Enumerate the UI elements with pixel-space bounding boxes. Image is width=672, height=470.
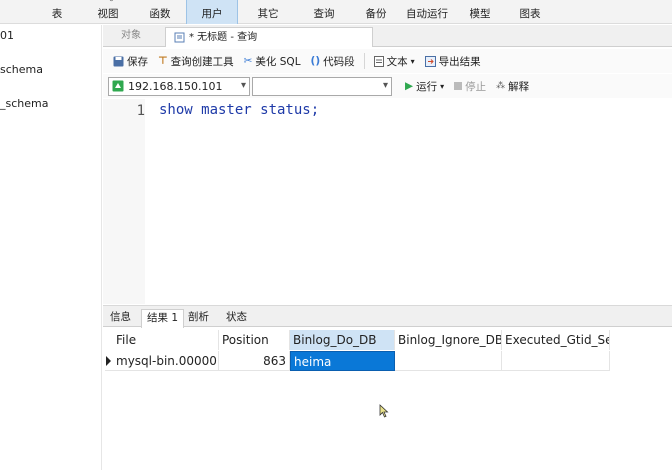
sql-code[interactable]: show master status; xyxy=(159,102,319,118)
cell-file[interactable]: mysql-bin.000001 xyxy=(113,351,219,371)
ribbon-view-icon-text: ∞∂ xyxy=(102,0,114,4)
query-builder-label: 查询创建工具 xyxy=(170,55,234,68)
connection-row: 192.168.150.101 ▾ ▾ ▶ 运行 ▾ 停止 ⁂ 解释 xyxy=(103,74,672,98)
cell-position[interactable]: 863 xyxy=(219,351,290,371)
navigator-item-schema[interactable]: schema xyxy=(0,63,43,76)
ribbon-backup-label: 备份 xyxy=(365,8,387,20)
cell-executed-gtid-set[interactable] xyxy=(502,351,610,371)
mouse-cursor-icon xyxy=(379,404,389,418)
main-ribbon: 表 ∞∂ 视图 函数 用户 其它 查询 备份 自动运行 模型 图表 xyxy=(0,0,672,24)
beautify-icon: ✂ xyxy=(243,55,253,67)
stop-label: 停止 xyxy=(465,80,487,93)
export-label: 导出结果 xyxy=(438,55,481,68)
code-snippet-label: 代码段 xyxy=(323,55,355,68)
ribbon-other-button[interactable]: 其它 xyxy=(248,0,288,24)
beautify-label: 美化 SQL xyxy=(255,55,301,68)
chevron-down-icon: ▾ xyxy=(240,79,246,91)
ribbon-view-label: 视图 xyxy=(97,8,119,20)
stop-icon xyxy=(454,82,463,90)
tab-status[interactable]: 状态 xyxy=(221,309,252,328)
ribbon-view-button[interactable]: ∞∂ 视图 xyxy=(88,0,128,24)
ribbon-table-button[interactable]: 表 xyxy=(40,0,74,24)
tab-result-1[interactable]: 结果 1 xyxy=(141,309,185,328)
explain-icon: ⁂ xyxy=(496,81,506,91)
chevron-down-icon: ▾ xyxy=(382,79,388,91)
code-snippet-icon: () xyxy=(310,55,321,67)
connection-icon xyxy=(112,80,124,92)
text-button[interactable]: 文本 ▾ xyxy=(369,51,420,71)
play-icon: ▶ xyxy=(405,80,414,92)
ribbon-query-button[interactable]: 查询 xyxy=(304,0,344,24)
navigator-item-schema-2[interactable]: _schema xyxy=(0,97,48,110)
navigator-pane: 01 schema _schema xyxy=(0,25,102,470)
column-header-position[interactable]: Position xyxy=(219,330,290,350)
explain-button[interactable]: ⁂ 解释 xyxy=(491,76,534,96)
tab-profile[interactable]: 剖析 xyxy=(183,309,214,328)
tab-objects-label: 对象 xyxy=(121,30,141,41)
ribbon-table-label: 表 xyxy=(51,8,63,20)
text-dropdown-icon: ▾ xyxy=(410,56,415,66)
ribbon-function-label: 函数 xyxy=(149,8,171,20)
ribbon-function-button[interactable]: 函数 xyxy=(140,0,180,24)
connection-select[interactable]: 192.168.150.101 ▾ xyxy=(108,76,250,96)
tab-query[interactable]: * 无标题 - 查询 xyxy=(165,27,373,47)
ribbon-autorun-label: 自动运行 xyxy=(406,8,448,20)
sql-editor[interactable]: 1 show master status; xyxy=(103,99,672,304)
ribbon-user-button[interactable]: 用户 xyxy=(186,0,238,24)
save-label: 保存 xyxy=(127,55,148,68)
save-button[interactable]: 保存 xyxy=(108,51,153,71)
column-header-binlog-do-db[interactable]: Binlog_Do_DB xyxy=(290,330,395,350)
stop-button[interactable]: 停止 xyxy=(449,76,491,96)
cell-binlog-do-db[interactable]: heima xyxy=(290,351,395,371)
explain-label: 解释 xyxy=(508,80,530,93)
toolbar-divider xyxy=(363,53,365,69)
tab-info[interactable]: 信息 xyxy=(105,309,136,328)
text-icon xyxy=(373,55,384,67)
ribbon-backup-button[interactable]: 备份 xyxy=(356,0,396,24)
navigator-item-connection[interactable]: 01 xyxy=(0,29,14,42)
text-label: 文本 xyxy=(386,55,408,68)
tab-query-label: * 无标题 - 查询 xyxy=(189,31,258,43)
tab-objects[interactable]: 对象 xyxy=(113,27,149,47)
beautify-sql-button[interactable]: ✂ 美化 SQL xyxy=(239,51,306,71)
query-toolbar: 保存 ⊤ 查询创建工具 ✂ 美化 SQL () 代码段 文本 ▾ 导出结果 xyxy=(103,49,672,73)
query-builder-button[interactable]: ⊤ 查询创建工具 xyxy=(153,51,239,71)
column-header-binlog-ignore-db[interactable]: Binlog_Ignore_DB xyxy=(395,330,502,350)
ribbon-model-label: 模型 xyxy=(469,8,491,20)
ribbon-user-label: 用户 xyxy=(201,8,223,20)
ribbon-autorun-button[interactable]: 自动运行 xyxy=(402,0,452,24)
save-icon xyxy=(113,56,124,66)
run-dropdown-icon: ▾ xyxy=(440,81,445,91)
grid-header-row: File Position Binlog_Do_DB Binlog_Ignore… xyxy=(105,330,610,350)
database-select[interactable]: ▾ xyxy=(252,76,392,96)
ribbon-query-label: 查询 xyxy=(313,8,335,20)
run-button[interactable]: ▶ 运行 ▾ xyxy=(400,76,449,96)
editor-tab-strip: 对象 * 无标题 - 查询 xyxy=(103,25,672,47)
connection-host-value: 192.168.150.101 xyxy=(128,79,223,93)
query-tab-icon xyxy=(174,32,185,43)
ribbon-chart-label: 图表 xyxy=(519,8,541,20)
export-results-button[interactable]: 导出结果 xyxy=(420,51,486,71)
current-row-indicator-icon xyxy=(106,356,111,366)
query-builder-icon: ⊤ xyxy=(158,55,168,67)
table-row[interactable]: mysql-bin.000001 863 heima xyxy=(105,351,610,371)
ribbon-other-label: 其它 xyxy=(257,8,279,20)
column-header-file[interactable]: File xyxy=(113,330,219,350)
code-snippet-button[interactable]: () 代码段 xyxy=(306,51,360,71)
ribbon-chart-button[interactable]: 图表 xyxy=(512,0,548,24)
line-number-gutter: 1 xyxy=(103,99,145,304)
run-label: 运行 xyxy=(416,80,438,93)
export-icon xyxy=(424,55,436,67)
line-number: 1 xyxy=(136,103,145,119)
column-header-executed-gtid-set[interactable]: Executed_Gtid_Set xyxy=(502,330,610,350)
cell-binlog-ignore-db[interactable] xyxy=(395,351,502,371)
ribbon-model-button[interactable]: 模型 xyxy=(462,0,498,24)
result-tabs: 信息 结果 1 剖析 状态 xyxy=(103,305,672,328)
